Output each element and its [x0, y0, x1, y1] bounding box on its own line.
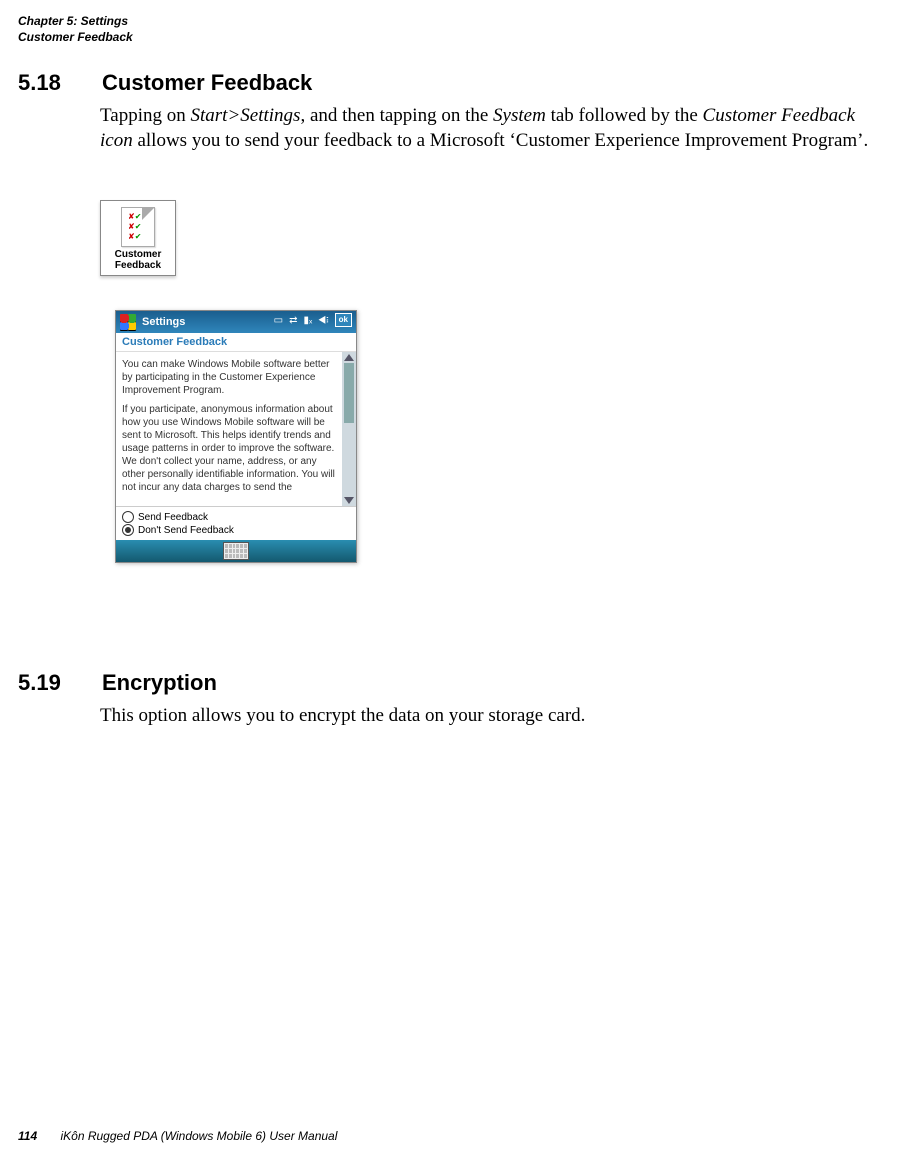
radio-dont-send-feedback[interactable]: Don't Send Feedback: [122, 524, 350, 536]
wm-title-text: Settings: [142, 316, 185, 328]
section-number: 5.19: [18, 670, 98, 696]
icon-label-line1: Customer: [103, 249, 173, 260]
page-footer: 114 iKôn Rugged PDA (Windows Mobile 6) U…: [18, 1129, 337, 1143]
page-header: Chapter 5: Settings Customer Feedback: [18, 14, 133, 45]
section-5-18-heading: 5.18 Customer Feedback: [18, 70, 312, 96]
connection-icon: ⇄: [289, 315, 297, 326]
radio-icon-selected[interactable]: [122, 524, 134, 536]
start-icon[interactable]: [120, 314, 136, 330]
scroll-thumb[interactable]: [344, 363, 354, 423]
wm-body-text: You can make Windows Mobile software bet…: [116, 352, 342, 506]
text-italic-system: System: [493, 105, 546, 126]
section-5-19-body: This option allows you to encrypt the da…: [100, 704, 890, 729]
page-number: 114: [18, 1129, 37, 1143]
wm-paragraph-1: You can make Windows Mobile software bet…: [122, 358, 336, 397]
signal-icon: ▮ₓ: [303, 315, 312, 326]
wm-titlebar: Settings ▭ ⇄ ▮ₓ ◀፧ ok: [116, 311, 356, 333]
wm-paragraph-2: If you participate, anonymous informatio…: [122, 403, 336, 494]
scroll-down-icon[interactable]: [344, 497, 354, 504]
section-5-18-body: Tapping on Start>Settings, and then tapp…: [100, 104, 890, 153]
volume-icon[interactable]: ◀፧: [318, 315, 328, 326]
header-chapter: Chapter 5: Settings: [18, 14, 133, 30]
section-number: 5.18: [18, 70, 98, 96]
section-title: Customer Feedback: [102, 70, 312, 95]
wm-subtitle: Customer Feedback: [116, 333, 356, 352]
radio-send-feedback[interactable]: Send Feedback: [122, 511, 350, 523]
scroll-up-icon[interactable]: [344, 354, 354, 361]
header-section: Customer Feedback: [18, 30, 133, 46]
text-fragment: Tapping on: [100, 105, 191, 126]
radio-label: Send Feedback: [138, 512, 208, 523]
customer-feedback-icon-tile: ✘✔ ✘✔ ✘✔ Customer Feedback: [100, 200, 176, 276]
book-title: iKôn Rugged PDA (Windows Mobile 6) User …: [60, 1129, 337, 1143]
wm-screenshot: Settings ▭ ⇄ ▮ₓ ◀፧ ok Customer Feedback …: [115, 310, 357, 563]
icon-label-line2: Feedback: [103, 260, 173, 271]
text-fragment: allows you to send your feedback to a Mi…: [133, 130, 869, 151]
battery-icon: ▭: [274, 315, 283, 326]
text-fragment: tab followed by the: [546, 105, 703, 126]
section-title: Encryption: [102, 670, 217, 695]
keyboard-icon[interactable]: [223, 542, 249, 560]
text-italic-path: Start>Settings: [191, 105, 301, 126]
text-fragment: , and then tapping on the: [300, 105, 493, 126]
radio-label: Don't Send Feedback: [138, 525, 234, 536]
ok-button[interactable]: ok: [335, 313, 352, 327]
scrollbar[interactable]: [342, 352, 356, 506]
radio-icon-unselected[interactable]: [122, 511, 134, 523]
wm-bottom-bar: [116, 540, 356, 562]
radio-group: Send Feedback Don't Send Feedback: [116, 506, 356, 540]
feedback-form-icon: ✘✔ ✘✔ ✘✔: [121, 207, 155, 247]
section-5-19-heading: 5.19 Encryption: [18, 670, 217, 696]
